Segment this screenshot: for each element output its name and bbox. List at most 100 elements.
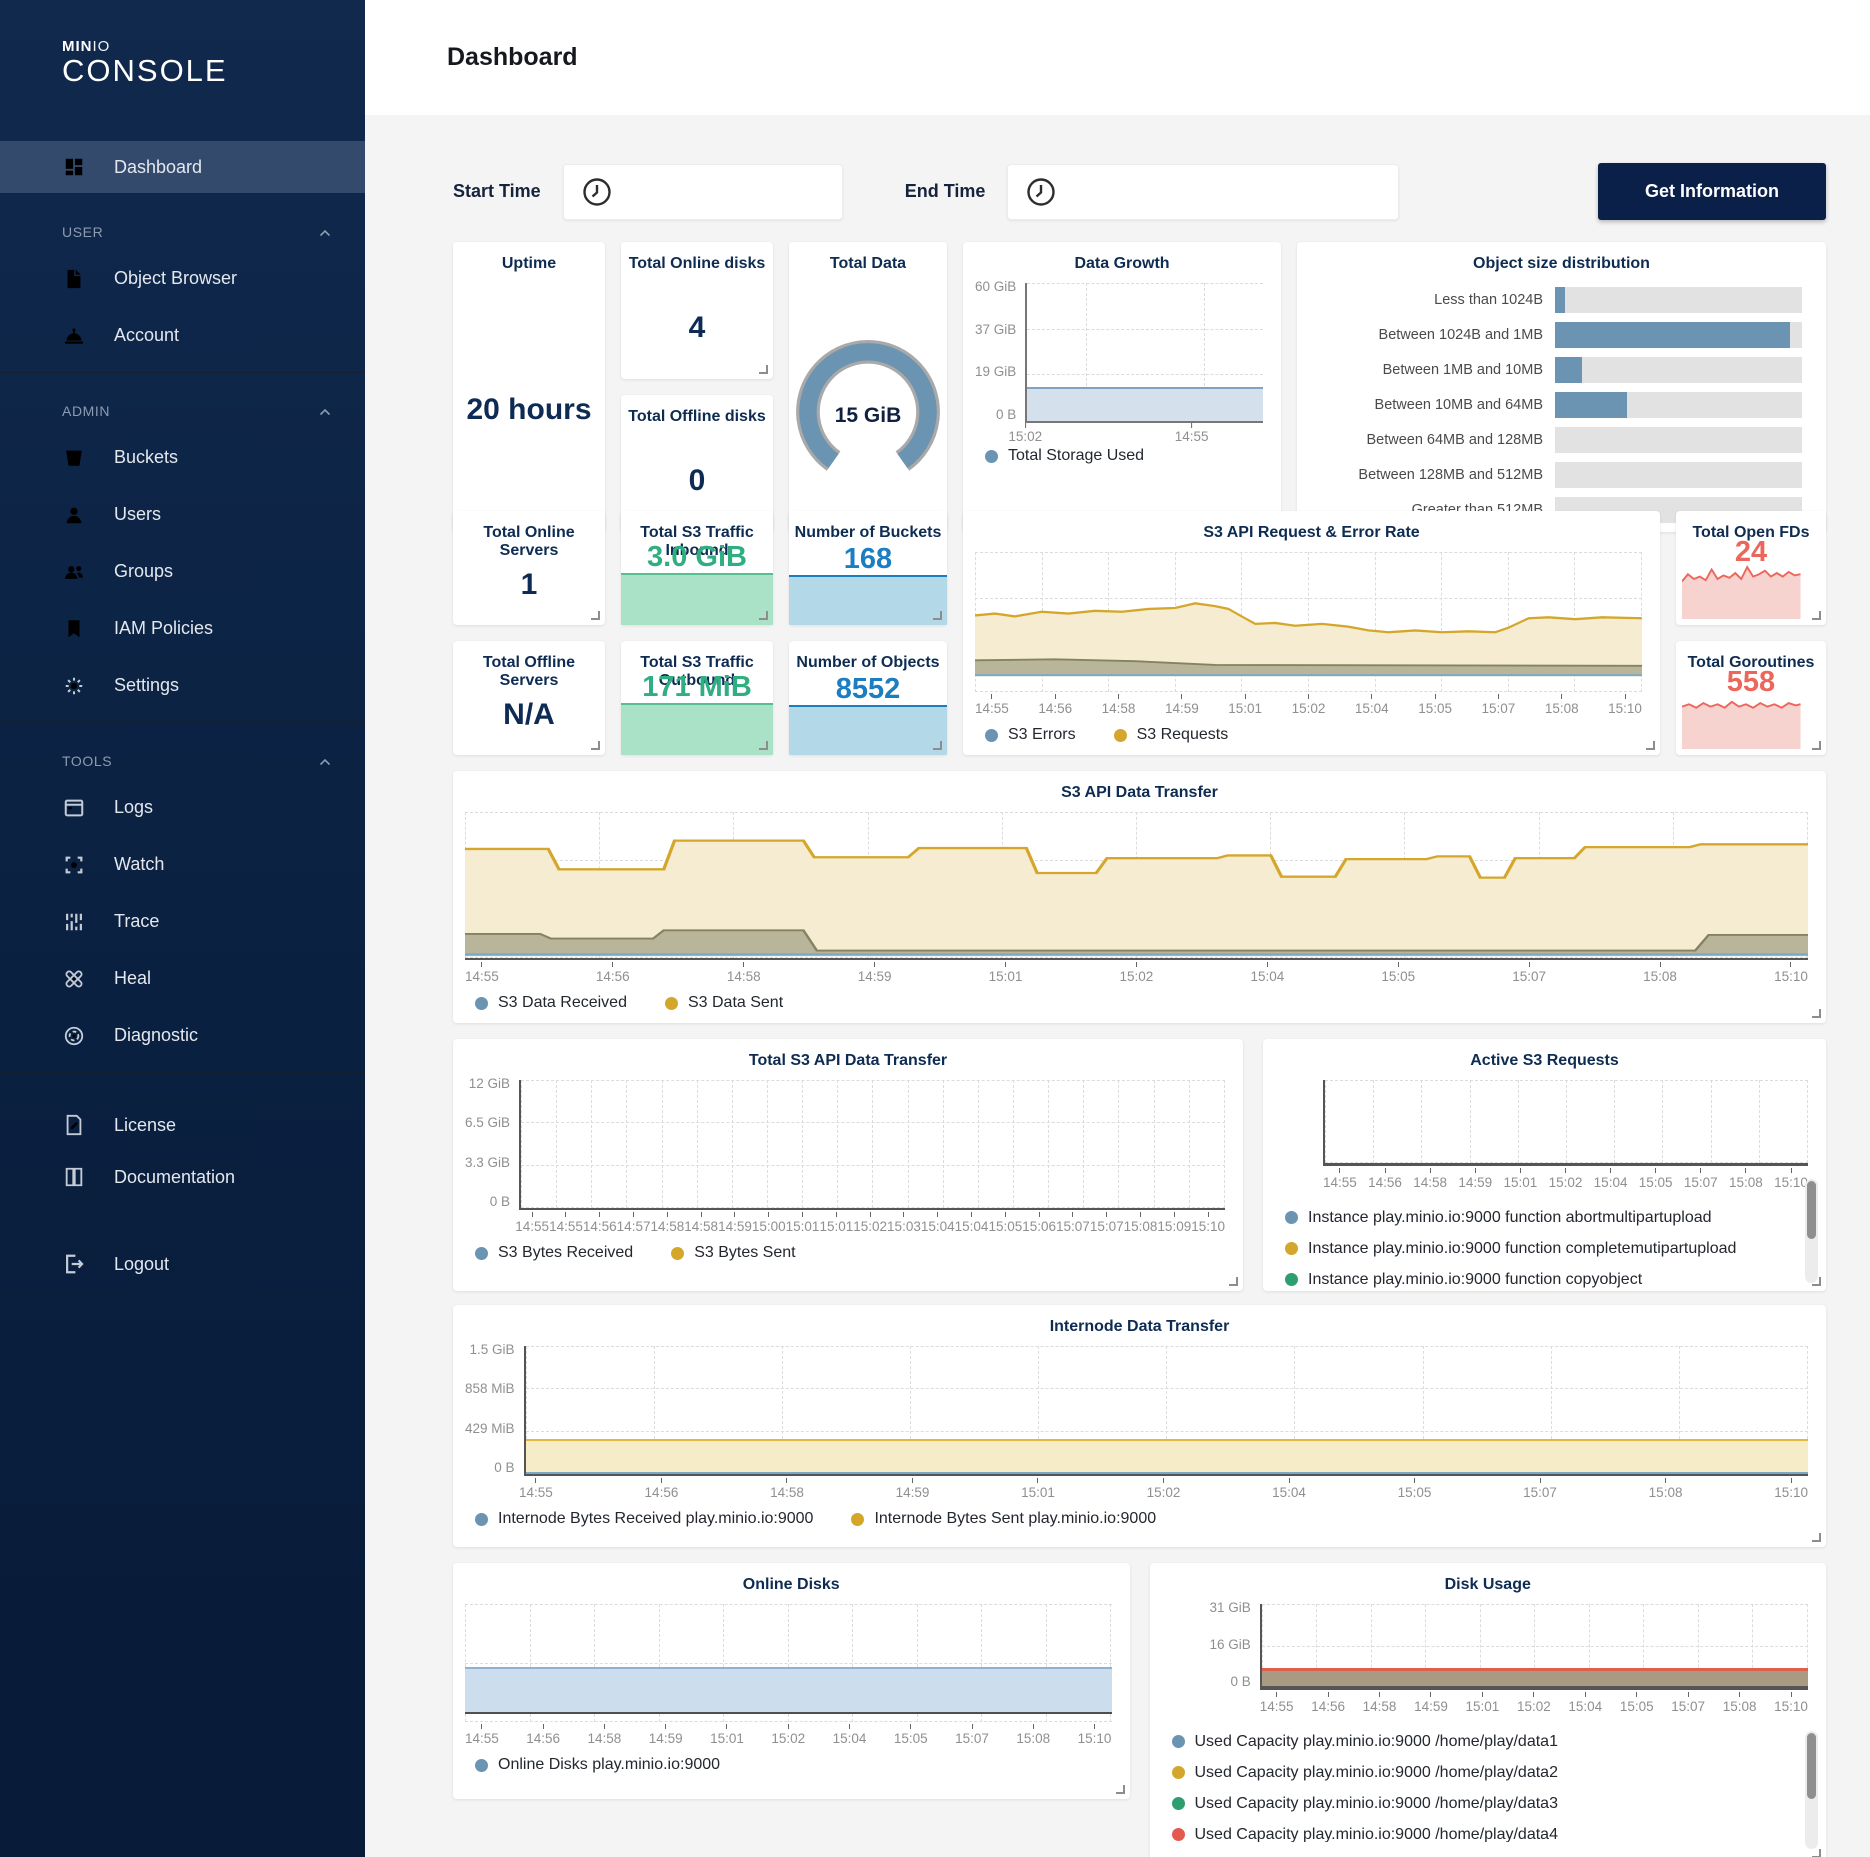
resize-handle-icon[interactable] bbox=[759, 611, 768, 620]
get-information-button[interactable]: Get Information bbox=[1598, 163, 1826, 220]
x-tick-label: 15:10 bbox=[1774, 1692, 1808, 1714]
start-time-input[interactable] bbox=[563, 164, 843, 220]
resize-handle-icon[interactable] bbox=[1229, 1277, 1238, 1286]
end-time-label: End Time bbox=[905, 181, 986, 202]
resize-handle-icon[interactable] bbox=[759, 741, 768, 750]
distribution-bar-track bbox=[1555, 287, 1802, 313]
end-time-input[interactable] bbox=[1007, 164, 1399, 220]
settings[interactable]: Settings bbox=[0, 657, 365, 714]
resize-handle-icon[interactable] bbox=[1812, 1533, 1821, 1542]
minio-console-logo: MINIO CONSOLE bbox=[0, 0, 365, 89]
distribution-bar bbox=[1555, 392, 1627, 418]
resize-handle-icon[interactable] bbox=[1812, 1277, 1821, 1286]
x-tick-label: 14:58 bbox=[684, 1212, 718, 1234]
x-tick-label: 14:56 bbox=[583, 1212, 617, 1234]
sidebar-section-user[interactable]: USER bbox=[0, 194, 365, 250]
internode-data-transfer-card: Internode Data Transfer 1.5 GiB858 MiB42… bbox=[453, 1305, 1826, 1547]
grid-line bbox=[662, 1080, 663, 1208]
bookmark-icon bbox=[62, 617, 86, 641]
resize-handle-icon[interactable] bbox=[1646, 741, 1655, 750]
x-tick-label: 15:04 bbox=[1355, 694, 1389, 716]
license-icon bbox=[62, 1113, 86, 1137]
resize-handle-icon[interactable] bbox=[759, 365, 768, 374]
total-storage-used-area bbox=[1027, 387, 1263, 422]
documentation[interactable]: Documentation bbox=[0, 1151, 365, 1203]
sidebar-item-label: Buckets bbox=[114, 447, 178, 468]
buckets[interactable]: Buckets bbox=[0, 429, 365, 486]
trace[interactable]: Trace bbox=[0, 893, 365, 950]
resize-handle-icon[interactable] bbox=[1812, 611, 1821, 620]
watch[interactable]: Watch bbox=[0, 836, 365, 893]
grid-line bbox=[1662, 1080, 1663, 1163]
sidebar-item-logout[interactable]: Logout bbox=[0, 1238, 365, 1290]
y-tick-label: 6.5 GiB bbox=[465, 1117, 510, 1129]
active-s3-requests-card: Active S3 Requests 14:5514:5614:5814:591… bbox=[1263, 1039, 1826, 1291]
x-tick-label: 15:08 bbox=[1723, 1692, 1757, 1714]
chevron-up-icon[interactable] bbox=[319, 403, 331, 419]
resize-handle-icon[interactable] bbox=[1116, 1785, 1125, 1794]
x-tick-label: 15:10 bbox=[1774, 1168, 1808, 1190]
s3-traffic-inbound-value: 3.0 GiB bbox=[621, 541, 773, 574]
x-tick-label: 14:59 bbox=[1414, 1692, 1448, 1714]
sidebar-section-tools[interactable]: TOOLS bbox=[0, 723, 365, 779]
x-tick-label: 15:01 bbox=[710, 1724, 744, 1746]
iam-policies[interactable]: IAM Policies bbox=[0, 600, 365, 657]
x-tick-label: 15:07 bbox=[1684, 1168, 1718, 1190]
legend-dot bbox=[1172, 1735, 1185, 1748]
y-tick-label: 31 GiB bbox=[1210, 1602, 1251, 1614]
chart-title: Internode Data Transfer bbox=[453, 1305, 1826, 1336]
resize-handle-icon[interactable] bbox=[1812, 1849, 1821, 1857]
resize-handle-icon[interactable] bbox=[1812, 1009, 1821, 1018]
resize-handle-icon[interactable] bbox=[933, 611, 942, 620]
legend-scrollbar[interactable] bbox=[1805, 1179, 1818, 1283]
logout-icon bbox=[62, 1252, 86, 1276]
card-title: Uptime bbox=[453, 242, 605, 273]
account[interactable]: Account bbox=[0, 307, 365, 364]
x-tick-label: 14:59 bbox=[649, 1724, 683, 1746]
scrollbar-thumb[interactable] bbox=[1807, 1733, 1816, 1799]
x-tick-label: 15:04 bbox=[921, 1212, 955, 1234]
sidebar-section-admin[interactable]: ADMIN bbox=[0, 373, 365, 429]
users[interactable]: Users bbox=[0, 486, 365, 543]
sidebar-item-dashboard[interactable]: Dashboard bbox=[0, 141, 365, 193]
card-title: Total Offline Servers bbox=[453, 641, 605, 690]
x-tick-label: 15:07 bbox=[1671, 1692, 1705, 1714]
sidebar-item-label: Logout bbox=[114, 1254, 169, 1275]
end-time-field[interactable] bbox=[1056, 165, 1398, 219]
documentation-icon bbox=[62, 1165, 86, 1189]
grid-line bbox=[1154, 1080, 1155, 1208]
sidebar-item-label: Trace bbox=[114, 911, 159, 932]
object-browser[interactable]: Object Browser bbox=[0, 250, 365, 307]
chevron-up-icon[interactable] bbox=[319, 224, 331, 240]
x-tick-label: 14:58 bbox=[1102, 694, 1136, 716]
number-of-buckets-card: Number of Buckets 168 bbox=[789, 511, 947, 625]
resize-handle-icon[interactable] bbox=[933, 741, 942, 750]
scrollbar-thumb[interactable] bbox=[1807, 1181, 1816, 1239]
logs[interactable]: Logs bbox=[0, 779, 365, 836]
chart-title: Online Disks bbox=[453, 1563, 1130, 1594]
groups[interactable]: Groups bbox=[0, 543, 365, 600]
diagnostic[interactable]: Diagnostic bbox=[0, 1007, 365, 1064]
resize-handle-icon[interactable] bbox=[591, 741, 600, 750]
grid-line bbox=[591, 1080, 592, 1208]
x-tick-label: 14:58 bbox=[588, 1724, 622, 1746]
section-title: USER bbox=[62, 224, 103, 240]
resize-handle-icon[interactable] bbox=[591, 611, 600, 620]
legend-dot bbox=[985, 450, 998, 463]
legend-item: Used Capacity play.minio.io:9000 /home/p… bbox=[1172, 1788, 1827, 1819]
x-tick-label: 14:55 bbox=[1323, 1168, 1357, 1190]
resize-handle-icon[interactable] bbox=[1812, 741, 1821, 750]
distribution-row: Between 10MB and 64MB bbox=[1317, 392, 1802, 418]
heal[interactable]: Heal bbox=[0, 950, 365, 1007]
grid-line bbox=[1013, 1080, 1014, 1208]
x-tick-label: 14:56 bbox=[1311, 1692, 1345, 1714]
legend-scrollbar[interactable] bbox=[1805, 1731, 1818, 1849]
x-tick-label: 15:08 bbox=[1124, 1212, 1158, 1234]
start-time-field[interactable] bbox=[612, 165, 842, 219]
license[interactable]: License bbox=[0, 1099, 365, 1151]
x-tick-label: 14:59 bbox=[1165, 694, 1199, 716]
chevron-up-icon[interactable] bbox=[319, 753, 331, 769]
x-tick-label: 15:03 bbox=[887, 1212, 921, 1234]
x-tick-label: 14:59 bbox=[718, 1212, 752, 1234]
x-tick-label: 15:05 bbox=[1418, 694, 1452, 716]
